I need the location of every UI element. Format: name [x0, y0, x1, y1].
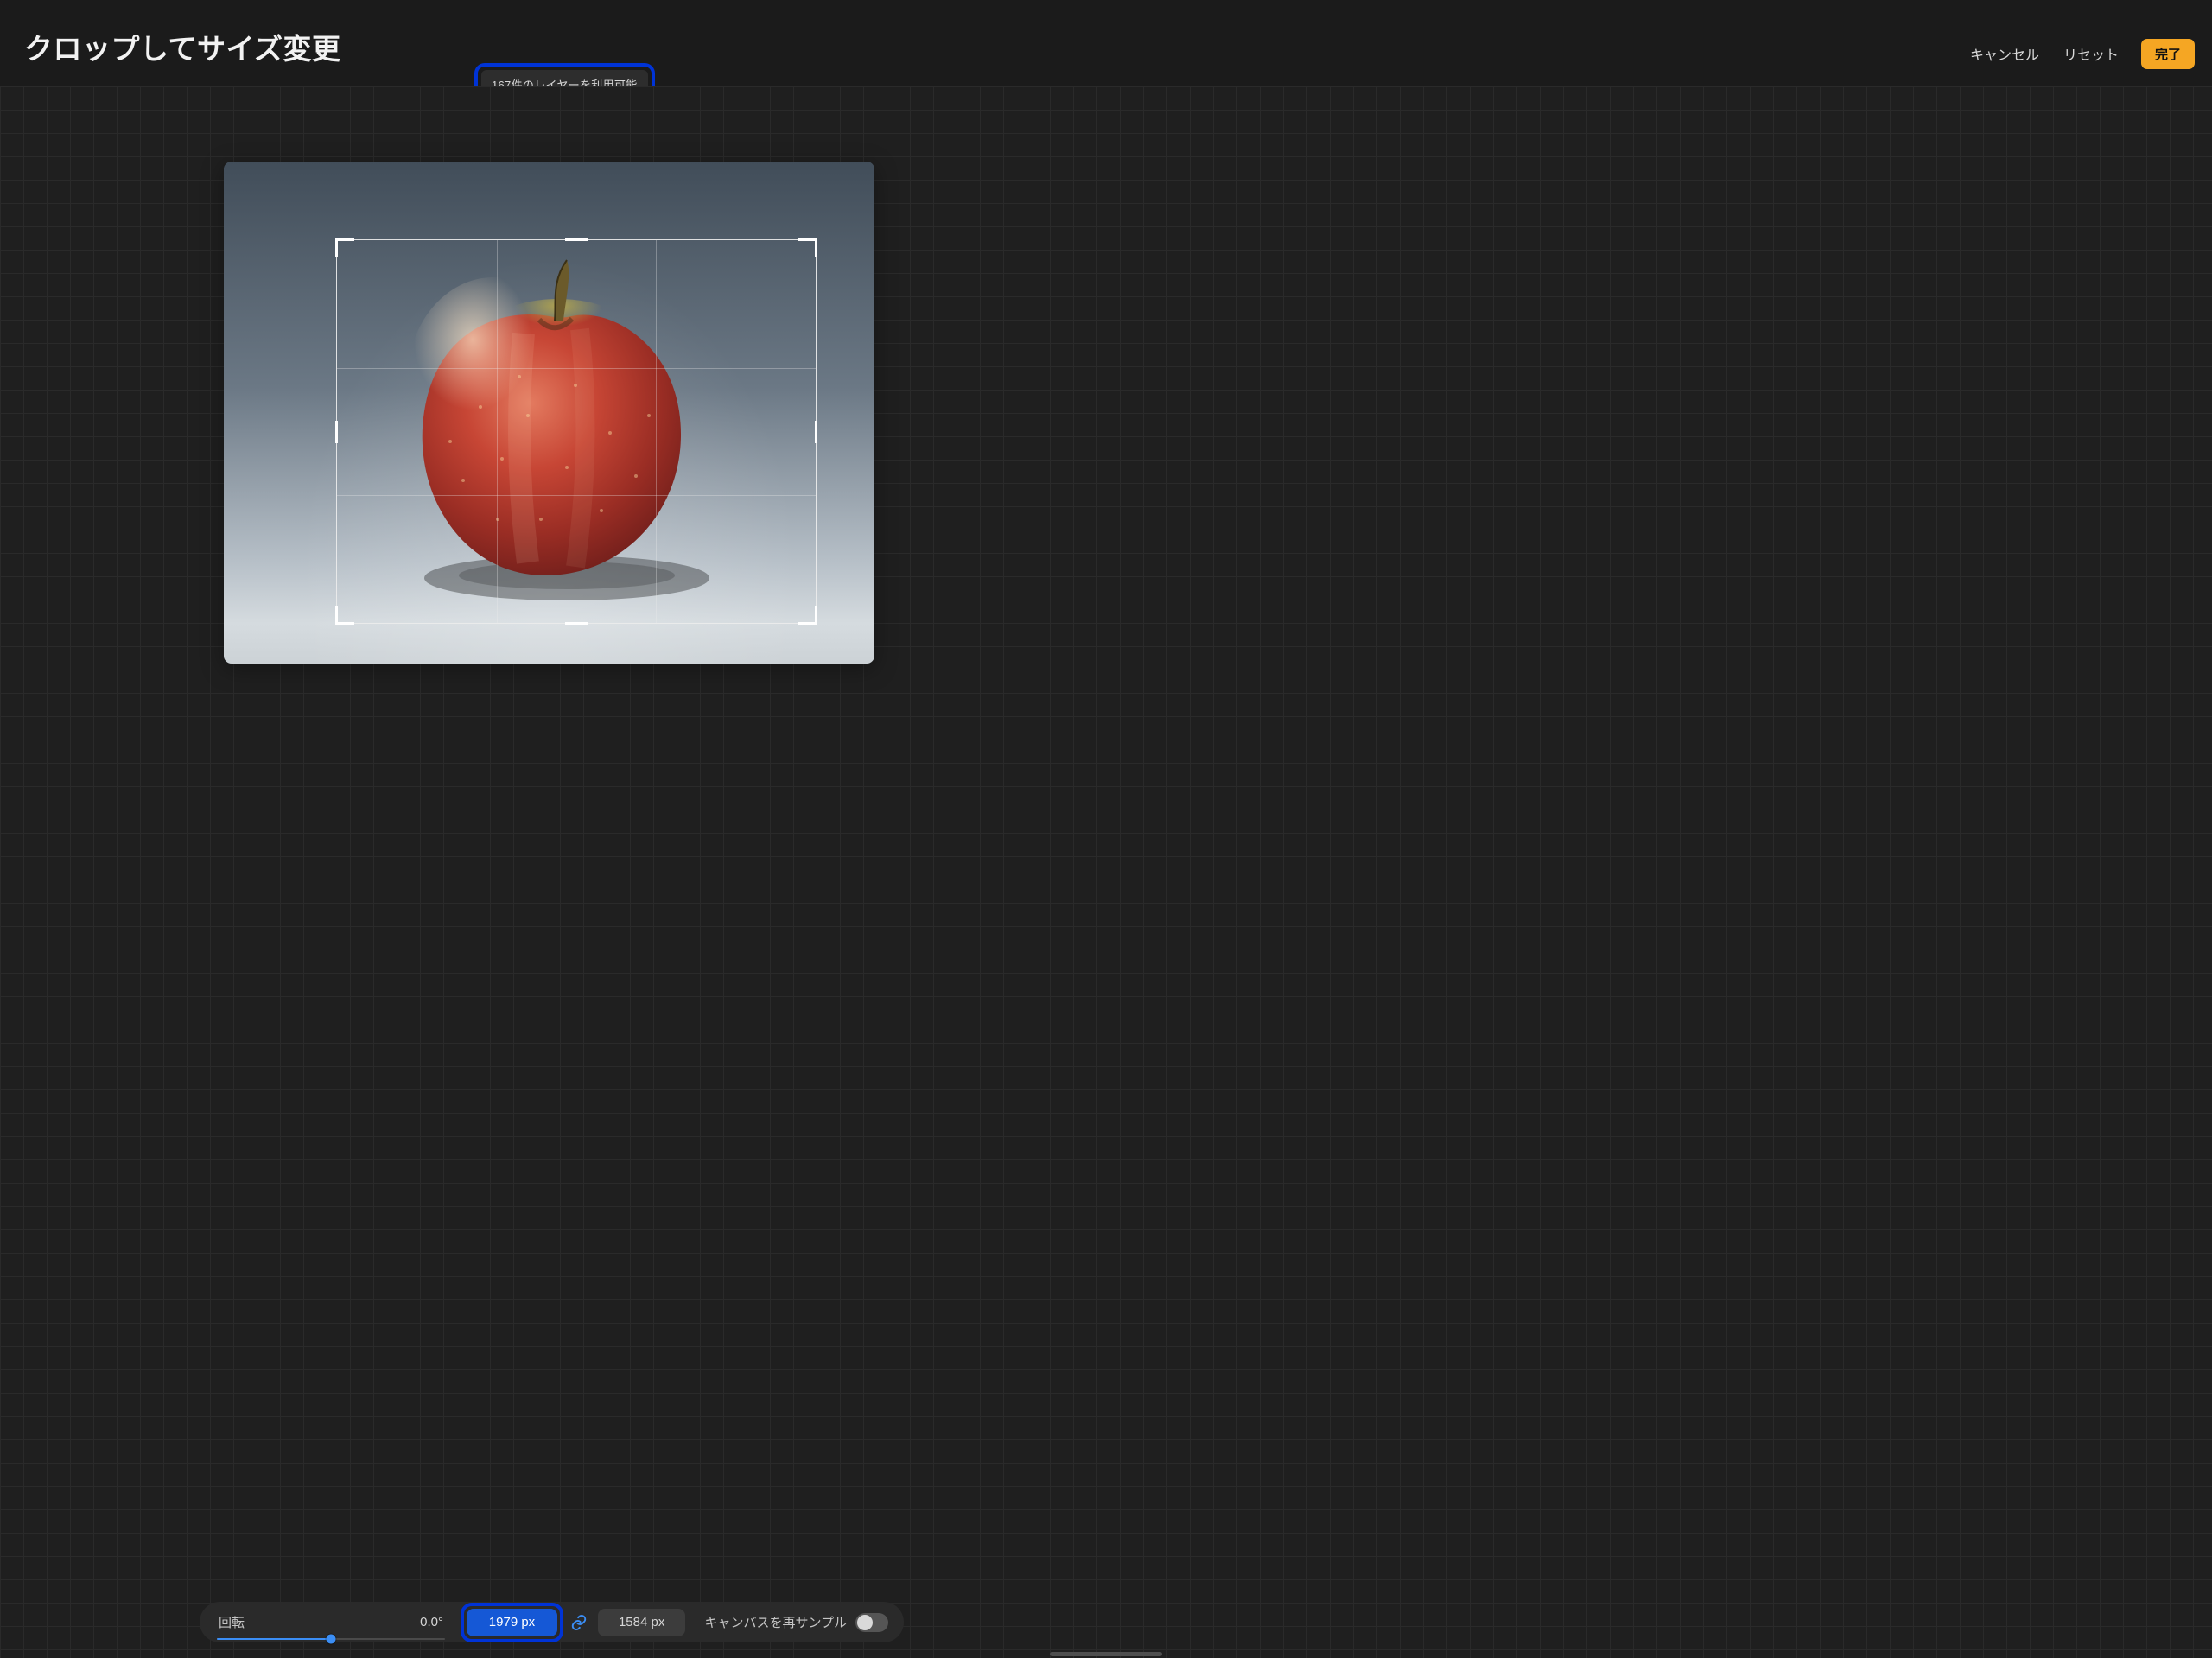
width-input[interactable]: 1979 px [467, 1609, 557, 1636]
resample-canvas-toggle[interactable] [855, 1613, 888, 1632]
rotation-value: 0.0° [420, 1615, 443, 1629]
home-indicator [1050, 1652, 1162, 1656]
height-input[interactable]: 1584 px [598, 1609, 686, 1636]
apple-illustration [351, 234, 748, 632]
link-aspect-icon[interactable] [564, 1614, 594, 1631]
header-actions: キャンセル リセット 完了 [1968, 38, 2195, 69]
page-title: クロップしてサイズ変更 [24, 26, 341, 67]
canvas-preview[interactable] [224, 162, 874, 664]
reset-button[interactable]: リセット [2062, 38, 2120, 69]
workspace-grid[interactable]: 回転 0.0° 1979 px 1584 px キャンバスを再サンプル [0, 86, 2212, 1658]
rotation-slider-thumb[interactable] [327, 1634, 336, 1643]
width-highlight-border: 1979 px [461, 1603, 563, 1642]
cancel-button[interactable]: キャンセル [1968, 38, 2041, 69]
bottom-toolbar: 回転 0.0° 1979 px 1584 px キャンバスを再サンプル [200, 1602, 904, 1642]
rotation-control[interactable]: 回転 0.0° [219, 1613, 443, 1631]
rotation-slider[interactable] [219, 1638, 443, 1639]
done-button[interactable]: 完了 [2141, 39, 2195, 69]
header-bar: クロップしてサイズ変更 キャンセル リセット 完了 [0, 0, 2212, 86]
resample-canvas-label: キャンバスを再サンプル [704, 1613, 847, 1631]
rotation-label: 回転 [219, 1613, 245, 1631]
canvas-image [224, 162, 874, 664]
